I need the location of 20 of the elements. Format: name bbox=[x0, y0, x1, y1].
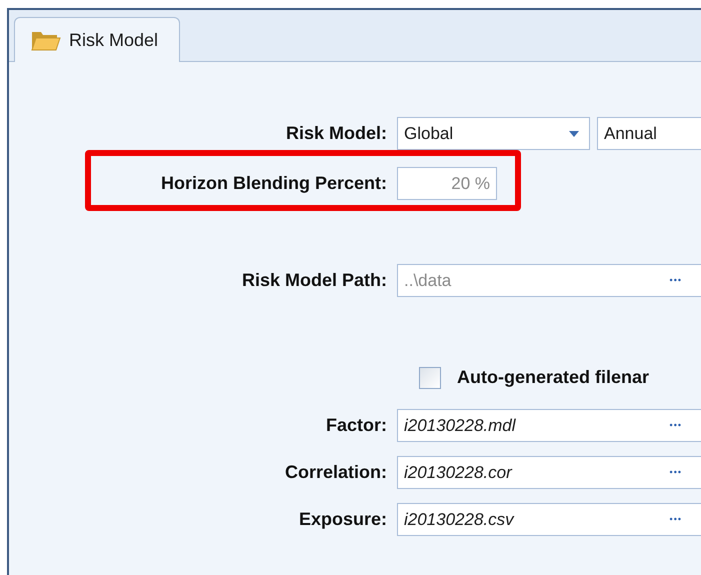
browse-button[interactable]: ••• bbox=[666, 466, 686, 480]
field-label: Exposure: bbox=[298, 508, 387, 531]
browse-button[interactable]: ••• bbox=[666, 418, 686, 432]
folder-icon bbox=[31, 29, 61, 51]
field-label: Risk Model: bbox=[286, 122, 387, 145]
tab[interactable]: Risk Model bbox=[14, 17, 180, 62]
file-field[interactable]: i20130228.mdl ••• bbox=[397, 409, 701, 442]
model-dropdown[interactable]: Global bbox=[397, 117, 590, 150]
checkbox-label: Auto-generated filenar bbox=[457, 366, 650, 389]
field-label: Risk Model Path: bbox=[242, 269, 387, 292]
field-label: Correlation: bbox=[284, 461, 387, 484]
checkbox[interactable] bbox=[419, 366, 441, 388]
field-label: Factor: bbox=[326, 414, 387, 437]
caret-icon bbox=[569, 130, 579, 136]
field-label: Horizon Blending Percent: bbox=[160, 172, 387, 195]
tab-label: Risk Model bbox=[69, 28, 158, 52]
browse-button[interactable]: ••• bbox=[666, 512, 686, 526]
file-field[interactable]: i20130228.csv ••• bbox=[397, 503, 701, 536]
horizon-dropdown[interactable]: Annual bbox=[597, 117, 701, 150]
file-field[interactable]: i20130228.cor ••• bbox=[397, 456, 701, 489]
